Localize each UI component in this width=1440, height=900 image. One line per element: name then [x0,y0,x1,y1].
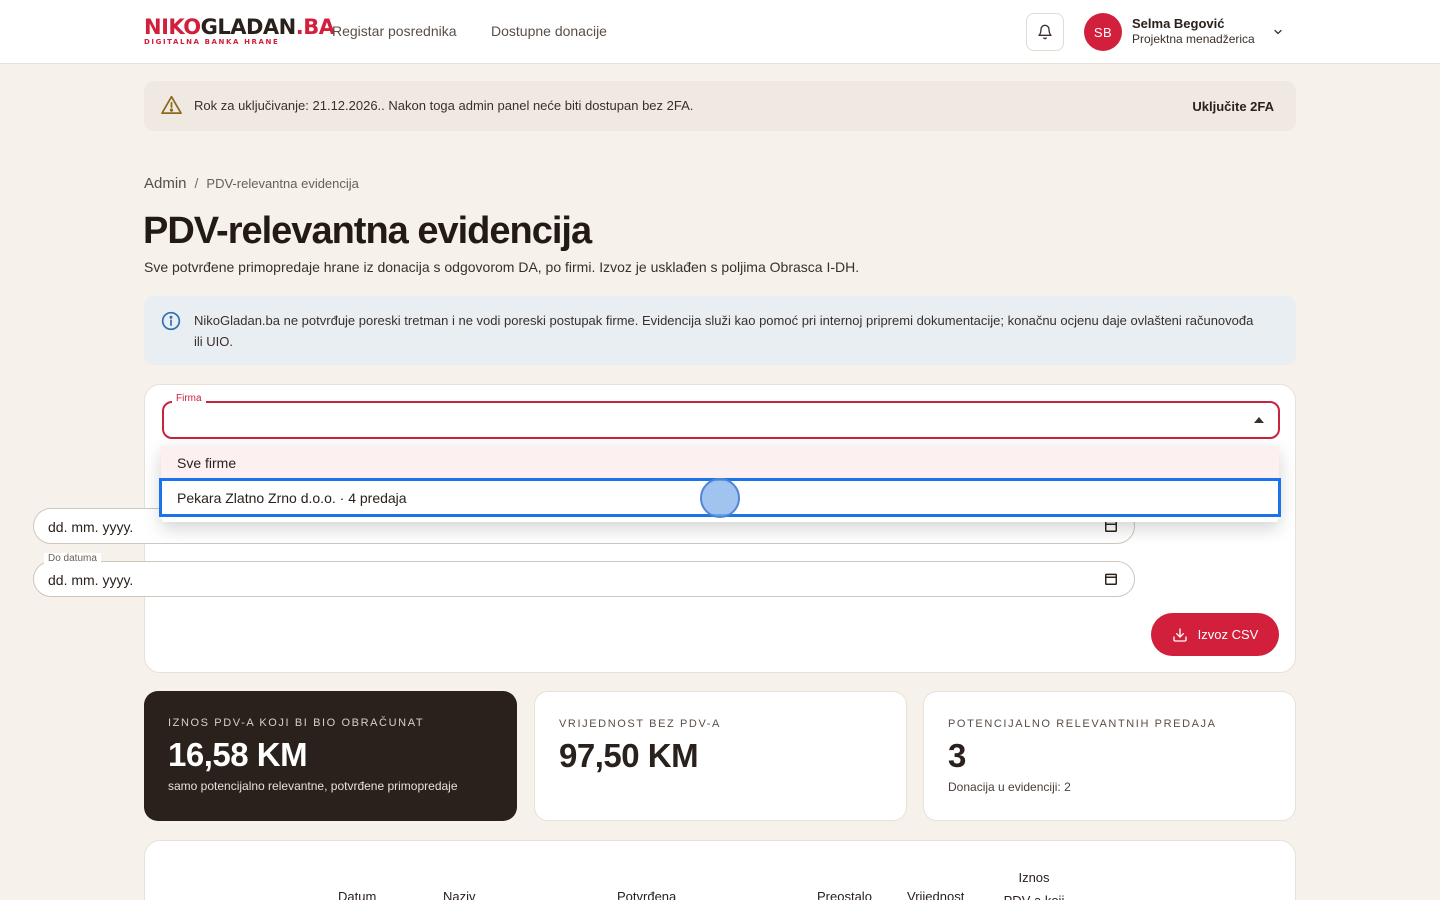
breadcrumb: Admin / PDV-relevantna evidencija [144,175,359,192]
stat-note: Donacija u evidenciji: 2 [948,780,1071,794]
column-header-iznos-pdv[interactable]: Iznos PDV-a koji [1003,866,1065,900]
user-role: Projektna menadžerica [1132,32,1255,46]
stat-value: 97,50 KM [559,737,699,774]
logo-wordmark: NIKOGLADAN.BA [144,15,335,39]
stat-card-value-without-vat: VRIJEDNOST BEZ PDV-A 97,50 KM [534,691,907,821]
breadcrumb-separator: / [194,175,199,191]
enable-2fa-button[interactable]: Uključite 2FA [1192,99,1274,114]
column-header-naziv[interactable]: Naziv [443,889,476,900]
bell-icon [1038,24,1052,40]
stat-label: IZNOS PDV-A KOJI BI BIO OBRAČUNAT [168,717,425,729]
firma-select[interactable]: Firma [162,393,1280,439]
notifications-button[interactable] [1026,13,1064,51]
export-csv-button[interactable]: Izvoz CSV [1151,613,1279,656]
stat-note: samo potencijalno relevantne, potvrđene … [168,779,458,793]
date-to-label: Do datuma [44,553,101,564]
date-to-value: dd. mm. yyyy. [48,572,134,588]
chevron-down-icon [1274,29,1282,35]
firma-label: Firma [172,393,206,404]
export-csv-label: Izvoz CSV [1197,627,1259,642]
logo-tagline: DIGITALNA BANKA HRANE [144,38,280,46]
column-header-vrijednost[interactable]: Vrijednost [907,889,964,900]
logo[interactable]: NIKOGLADAN.BA DIGITALNA BANKA HRANE [144,15,335,46]
stat-card-vat-amount: IZNOS PDV-A KOJI BI BIO OBRAČUNAT 16,58 … [144,691,517,821]
calendar-icon[interactable] [1104,572,1118,591]
column-header-preostalo[interactable]: Preostalo [817,889,872,900]
date-to-input[interactable]: Do datuma dd. mm. yyyy. [33,553,1135,597]
nav-dostupne-donacije[interactable]: Dostupne donacije [491,23,607,39]
2fa-warning-banner: Rok za uključivanje: 21.12.2026.. Nakon … [144,81,1296,131]
stat-label: POTENCIJALNO RELEVANTNIH PREDAJA [948,718,1217,730]
caret-up-icon [1254,417,1264,423]
nav-registar-posrednika[interactable]: Registar posrednika [332,23,457,39]
column-header-datum[interactable]: Datum [338,889,376,900]
page-subtitle: Sve potvrđene primopredaje hrane iz dona… [144,259,860,275]
breadcrumb-current: PDV-relevantna evidencija [206,176,359,191]
avatar[interactable]: SB [1084,13,1122,51]
dropdown-option-label: Sve firme [177,455,237,471]
user-name: Selma Begović [1132,16,1225,31]
download-icon [1172,627,1187,642]
info-icon [161,311,181,336]
stat-card-relevant-handovers: POTENCIJALNO RELEVANTNIH PREDAJA 3 Donac… [923,691,1296,821]
page-title: PDV-relevantna evidencija [143,210,592,252]
info-notice: NikoGladan.ba ne potvrđuje poreski tretm… [144,296,1296,365]
date-from-value: dd. mm. yyyy. [48,519,134,535]
breadcrumb-admin[interactable]: Admin [144,175,187,192]
column-header-potvrdena[interactable]: Potvrđena [617,889,676,900]
info-text: NikoGladan.ba ne potvrđuje poreski tretm… [194,313,1254,349]
warning-icon [161,95,182,119]
stat-label: VRIJEDNOST BEZ PDV-A [559,718,721,730]
dropdown-option-sve-firme[interactable]: Sve firme [161,446,1279,478]
top-header: NIKOGLADAN.BA DIGITALNA BANKA HRANE Regi… [0,0,1440,64]
records-table: Datum Naziv Potvrđena Preostalo Vrijedno… [144,840,1296,900]
pointer-cursor [700,478,740,518]
dropdown-option-label: Pekara Zlatno Zrno d.o.o. · 4 predaja [177,490,407,506]
stat-value: 3 [948,737,966,774]
user-menu-chevron[interactable] [1272,25,1284,43]
stat-value: 16,58 KM [168,736,308,773]
warning-text: Rok za uključivanje: 21.12.2026.. Nakon … [194,98,694,113]
